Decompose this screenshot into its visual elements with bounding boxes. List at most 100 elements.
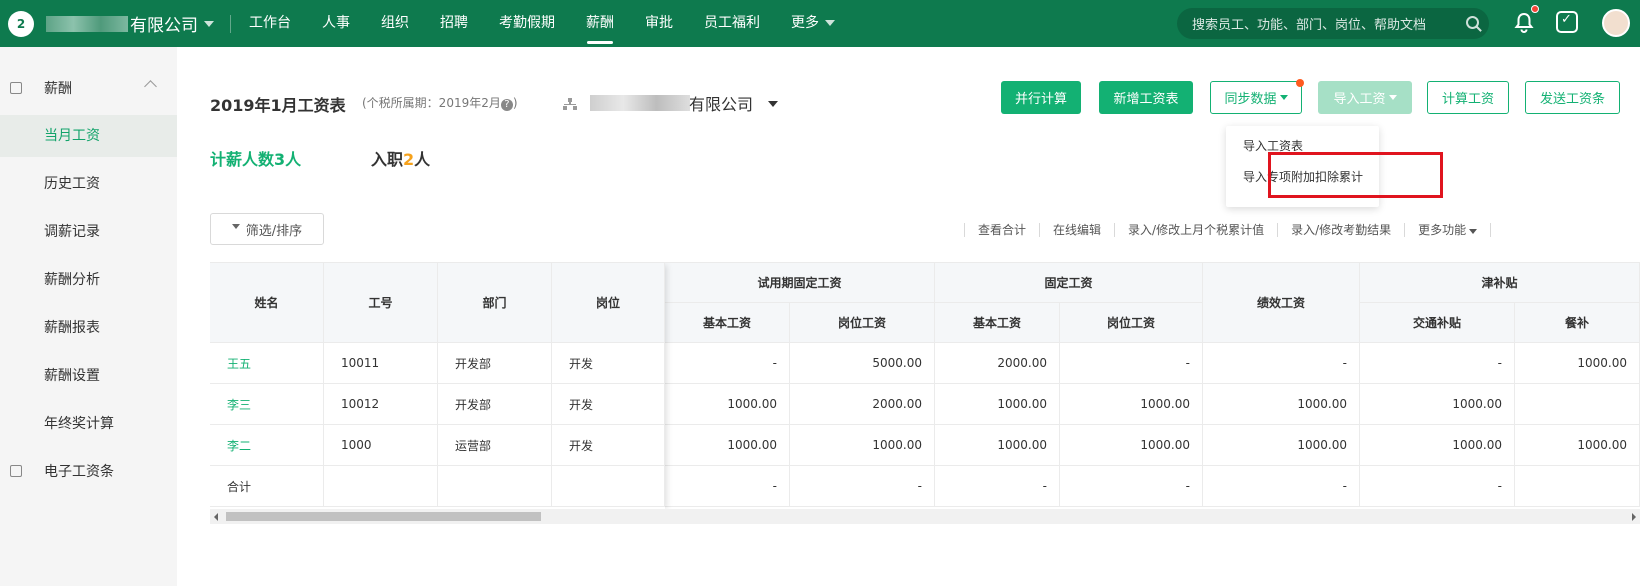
employee-name-link[interactable]: 李三 [210,384,324,425]
sidebar-item-bonus-calc[interactable]: 年终奖计算 [0,403,177,445]
value-cell-fixed-basic: 2000.00 [935,343,1060,384]
value-cell-meal [1515,384,1640,425]
main-content: 2019年1月工资表 (个税所属期：2019年2月?) 有限公司 并行计算 新增… [177,47,1640,586]
nav-org[interactable]: 组织 [381,0,409,47]
view-total-link[interactable]: 查看合计 [964,223,1039,237]
value-cell-fixed-position: - [1060,343,1203,384]
filter-sort-label: 筛选/排序 [245,223,303,239]
calc-salary-button[interactable]: 计算工资 [1427,81,1509,114]
search-icon[interactable] [1466,16,1479,29]
chevron-down-icon [1279,95,1288,100]
top-bar: 2 有限公司 工作台 人事 组织 招聘 考勤假期 薪酬 审批 员工福利 更多 搜… [0,0,1640,47]
value-cell-performance: - [1203,343,1360,384]
sidebar-item-history-salary[interactable]: 历史工资 [0,163,177,205]
value-cell-transport: 1000.00 [1360,384,1515,425]
nav-attendance[interactable]: 考勤假期 [499,0,555,47]
payroll-count-stat: 计薪人数3人 [210,146,301,170]
value-cell-meal: 1000.00 [1515,425,1640,466]
sidebar-item-salary-analysis[interactable]: 薪酬分析 [0,259,177,301]
col-meal: 餐补 [1515,303,1640,343]
more-functions-label: 更多功能 [1418,223,1467,237]
col-probation-basic: 基本工资 [665,303,790,343]
col-name: 姓名 [210,263,324,343]
chevron-down-icon[interactable] [204,20,214,27]
horizontal-scrollbar[interactable] [210,509,1640,524]
sidebar-item-salary-settings[interactable]: 薪酬设置 [0,355,177,397]
employee-id-cell: 1000 [324,425,438,466]
table-actions: 查看合计 在线编辑 录入/修改上月个税累计值 录入/修改考勤结果 更多功能 [964,222,1492,238]
edit-last-month-tax-link[interactable]: 录入/修改上月个税累计值 [1114,223,1277,237]
help-icon[interactable]: ? [500,99,513,111]
tax-period-close: ) [512,96,518,110]
scroll-left-icon[interactable] [214,513,218,521]
empty-cell [438,466,552,507]
value-cell-probation-basic: - [665,343,790,384]
menu-item-import-salary-sheet[interactable]: 导入工资表 [1226,131,1379,161]
sidebar-item-adjust-records[interactable]: 调薪记录 [0,211,177,253]
col-employee-id: 工号 [324,263,438,343]
scroll-right-icon[interactable] [1632,513,1636,521]
org-name-redacted [590,95,690,111]
value-cell-transport: - [1360,343,1515,384]
col-performance: 绩效工资 [1203,263,1360,343]
search-placeholder: 搜索员工、功能、部门、岗位、帮助文档 [1192,18,1427,33]
chevron-down-icon [1469,229,1478,234]
position-cell: 开发 [552,343,665,384]
col-group-allowance: 津补贴 [1360,263,1640,303]
search-input[interactable]: 搜索员工、功能、部门、岗位、帮助文档 [1177,8,1489,39]
notification-dot [1296,79,1304,87]
new-salary-sheet-button[interactable]: 新增工资表 [1099,81,1193,114]
filter-icon [231,224,241,234]
logo-icon[interactable]: 2 [8,10,34,37]
online-edit-link[interactable]: 在线编辑 [1039,223,1114,237]
import-salary-button[interactable]: 导入工资 [1318,81,1412,114]
nav-approval[interactable]: 审批 [645,0,673,47]
sidebar-section-payslip[interactable]: 电子工资条 [0,448,177,494]
employee-name[interactable]: 王五 [227,355,251,372]
salary-table: 试用期固定工资 固定工资 绩效工资 津补贴 基本工资 岗位工资 基本工资 岗位工… [210,262,1640,510]
employee-id-cell: 10011 [324,343,438,384]
employee-name[interactable]: 李三 [227,396,251,413]
chevron-up-icon[interactable] [144,80,157,93]
divider [1490,223,1492,237]
more-functions-link[interactable]: 更多功能 [1404,223,1490,237]
nav-salary[interactable]: 薪酬 [586,0,614,47]
menu-item-import-special-deduction[interactable]: 导入专项附加扣除累计 [1226,162,1379,192]
scrollbar-thumb[interactable] [226,512,541,521]
nav-benefits[interactable]: 员工福利 [704,0,760,47]
company-name[interactable]: 有限公司 [130,11,198,36]
col-fixed-position: 岗位工资 [1060,303,1203,343]
nav-recruit[interactable]: 招聘 [440,0,468,47]
employee-name[interactable]: 李二 [227,437,251,454]
sidebar-section-salary[interactable]: 薪酬 [0,65,177,111]
sidebar-item-salary-report[interactable]: 薪酬报表 [0,307,177,349]
payslip-icon [10,465,22,477]
payroll-count-label: 计薪人数 [210,150,275,169]
employee-name-link[interactable]: 王五 [210,343,324,384]
payroll-count-value: 3 [274,150,286,169]
avatar[interactable] [1602,9,1630,37]
bell-icon[interactable] [1513,11,1535,33]
value-cell-performance: 1000.00 [1203,384,1360,425]
edit-attendance-link[interactable]: 录入/修改考勤结果 [1277,223,1404,237]
value-cell-fixed-basic: 1000.00 [935,425,1060,466]
nav-more[interactable]: 更多 [791,0,835,47]
message-icon[interactable] [1556,11,1578,33]
nav-hr[interactable]: 人事 [322,0,350,47]
nav-workbench[interactable]: 工作台 [249,0,291,47]
value-cell-probation-basic: - [665,466,790,507]
value-cell-transport: - [1360,466,1515,507]
send-payslip-button[interactable]: 发送工资条 [1525,81,1620,114]
company-name-redacted [46,15,128,32]
salary-icon [10,82,22,94]
department-cell: 运营部 [438,425,552,466]
chevron-down-icon[interactable] [768,101,778,107]
joined-count-stat[interactable]: 入职2人 [371,146,430,170]
employee-name-link[interactable]: 李二 [210,425,324,466]
parallel-calc-button[interactable]: 并行计算 [1001,81,1081,114]
filter-sort-button[interactable]: 筛选/排序 [210,213,324,245]
sync-data-button[interactable]: 同步数据 [1210,79,1304,114]
value-cell-fixed-basic: 1000.00 [935,384,1060,425]
org-name[interactable]: 有限公司 [689,91,753,115]
sidebar-item-current-salary[interactable]: 当月工资 [0,115,177,157]
